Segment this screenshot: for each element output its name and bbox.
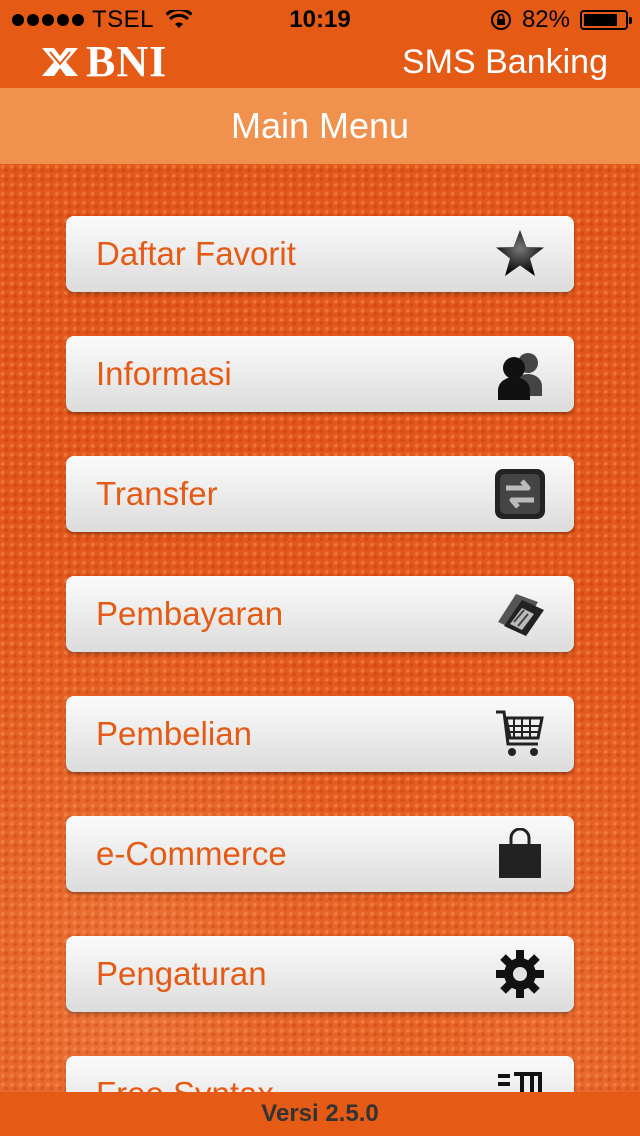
users-icon <box>492 346 548 402</box>
battery-icon <box>580 10 632 30</box>
version-footer: Versi 2.5.0 <box>0 1092 640 1136</box>
menu-item-label: Pengaturan <box>96 955 267 992</box>
carrier-name: TSEL <box>92 6 155 33</box>
menu-item-pembelian[interactable]: Pembelian <box>66 696 574 772</box>
menu-item-pengaturan[interactable]: Pengaturan <box>66 936 574 1012</box>
syntax-icon <box>492 1066 548 1092</box>
menu-item-e-commerce[interactable]: e-Commerce <box>66 816 574 892</box>
star-icon <box>492 226 548 282</box>
menu-area[interactable]: Daftar Favorit Informasi Transfer Pembay… <box>0 164 640 1092</box>
menu-item-daftar-favorit[interactable]: Daftar Favorit <box>66 216 574 292</box>
shopping-bag-icon <box>492 826 548 882</box>
status-bar: TSEL 10:19 82% <box>0 0 640 40</box>
menu-item-label: Pembayaran <box>96 595 284 632</box>
menu-item-label: Informasi <box>96 355 232 392</box>
battery-percent: 82% <box>521 6 570 33</box>
menu-item-label: Pembelian <box>96 715 252 752</box>
app-header: BNI SMS Banking <box>0 40 640 88</box>
menu-item-free-syntax[interactable]: Free Syntax <box>66 1056 574 1092</box>
transfer-icon <box>492 466 548 522</box>
bni-logo: BNI <box>40 40 167 84</box>
bni-logo-mark-icon <box>42 48 78 76</box>
gear-icon <box>492 946 548 1002</box>
wifi-icon <box>166 10 193 28</box>
page-title: Main Menu <box>0 88 640 164</box>
menu-item-label: Daftar Favorit <box>96 235 296 272</box>
app-name: SMS Banking <box>402 42 608 81</box>
menu-item-label: Transfer <box>96 475 218 512</box>
menu-item-transfer[interactable]: Transfer <box>66 456 574 532</box>
menu-item-pembayaran[interactable]: Pembayaran <box>66 576 574 652</box>
logo-text: BNI <box>86 37 168 86</box>
menu-item-label: e-Commerce <box>96 835 287 872</box>
menu-item-label: Free Syntax <box>96 1075 274 1092</box>
rotation-lock-icon <box>490 10 511 30</box>
signal-strength-icon <box>12 14 84 26</box>
payment-card-icon <box>492 586 548 642</box>
status-right: 82% <box>490 0 632 40</box>
menu-item-informasi[interactable]: Informasi <box>66 336 574 412</box>
main-menu-list: Daftar Favorit Informasi Transfer Pembay… <box>66 216 574 1092</box>
shopping-cart-icon <box>492 706 548 762</box>
status-left: TSEL <box>12 0 193 40</box>
